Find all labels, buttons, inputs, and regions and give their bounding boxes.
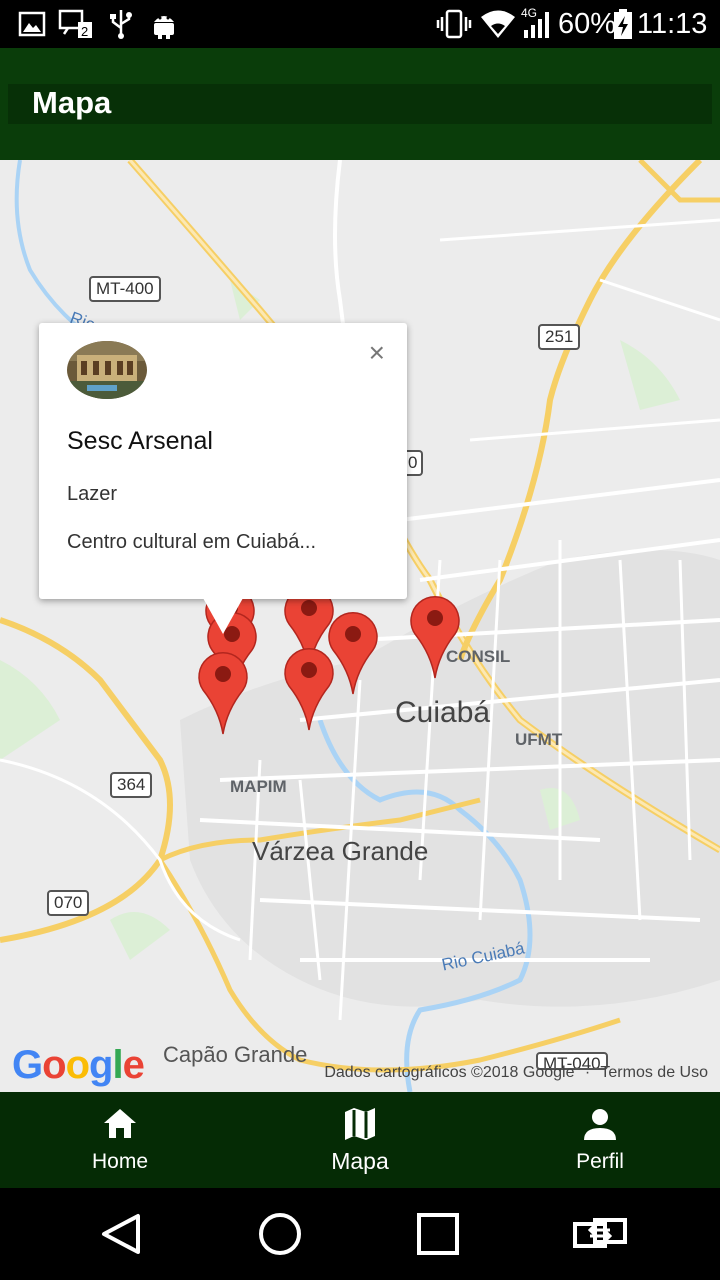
map-data-credit: Dados cartográficos ©2018 Google: [324, 1064, 575, 1081]
close-icon[interactable]: ×: [369, 339, 385, 367]
place-title: Sesc Arsenal: [67, 427, 213, 455]
info-window[interactable]: × Sesc Arsenal Lazer Centro cultural em …: [39, 323, 407, 599]
svg-text:2: 2: [81, 24, 88, 39]
sim-icon: 2: [58, 9, 92, 39]
map-label-mapim: MAPIM: [230, 777, 287, 796]
nav-label-mapa: Mapa: [331, 1148, 389, 1174]
person-icon: [584, 1109, 616, 1140]
usb-icon: [110, 10, 132, 39]
road-shield-364: 364: [110, 772, 153, 798]
wifi-icon: [481, 10, 515, 38]
map-icon: [345, 1108, 375, 1140]
clock: 11:13: [637, 8, 708, 40]
recents-icon[interactable]: [414, 1210, 462, 1258]
map-marker[interactable]: [197, 650, 249, 736]
map-marker[interactable]: [283, 646, 335, 732]
map-attribution: Dados cartográficos ©2018 Google · Termo…: [324, 1064, 708, 1081]
nav-item-home[interactable]: Home: [0, 1092, 240, 1188]
android-icon: [154, 16, 174, 39]
switch-app-icon[interactable]: [572, 1210, 628, 1258]
place-thumbnail: [67, 341, 147, 399]
system-navigation-bar: [0, 1188, 720, 1280]
app-bar-title-strip: Mapa: [8, 84, 712, 124]
signal-icon: [524, 12, 549, 38]
battery-percent: 60%: [558, 8, 617, 40]
nav-label-home: Home: [91, 1150, 149, 1173]
road-shield-251: 251: [538, 324, 581, 350]
terms-of-use-link[interactable]: Termos de Uso: [600, 1064, 708, 1081]
vibrate-icon: [436, 9, 472, 39]
road-shield-070: 070: [47, 890, 90, 916]
home-icon: [104, 1109, 136, 1138]
map-view[interactable]: Cuiabá Várzea Grande CONSIL UFMT MAPIM C…: [0, 160, 720, 1092]
map-label-ufmt: UFMT: [515, 730, 563, 749]
page-title: Mapa: [32, 85, 112, 120]
map-label-capao-grande: Capão Grande: [163, 1042, 308, 1067]
bottom-navigation: Home Mapa Perfil: [0, 1092, 720, 1188]
map-marker[interactable]: [409, 594, 461, 680]
place-category: Lazer: [67, 483, 118, 505]
battery-charging-icon: [614, 9, 632, 39]
status-bar: 2 4G 60% 11:13: [0, 0, 720, 48]
nav-label-perfil: Perfil: [576, 1150, 624, 1173]
app-bar: Mapa: [0, 48, 720, 160]
google-logo: Google: [12, 1043, 145, 1087]
image-icon: [18, 11, 46, 37]
road-shield-mt400: MT-400: [89, 276, 161, 302]
info-window-pointer: [203, 598, 243, 634]
home-circle-icon[interactable]: [256, 1210, 304, 1258]
nav-item-perfil[interactable]: Perfil: [480, 1092, 720, 1188]
back-icon[interactable]: [98, 1210, 146, 1258]
map-label-varzea-grande: Várzea Grande: [252, 836, 429, 866]
map-label-cuiaba: Cuiabá: [395, 696, 491, 729]
nav-item-mapa[interactable]: Mapa: [240, 1092, 480, 1188]
place-description: Centro cultural em Cuiabá...: [67, 531, 317, 553]
